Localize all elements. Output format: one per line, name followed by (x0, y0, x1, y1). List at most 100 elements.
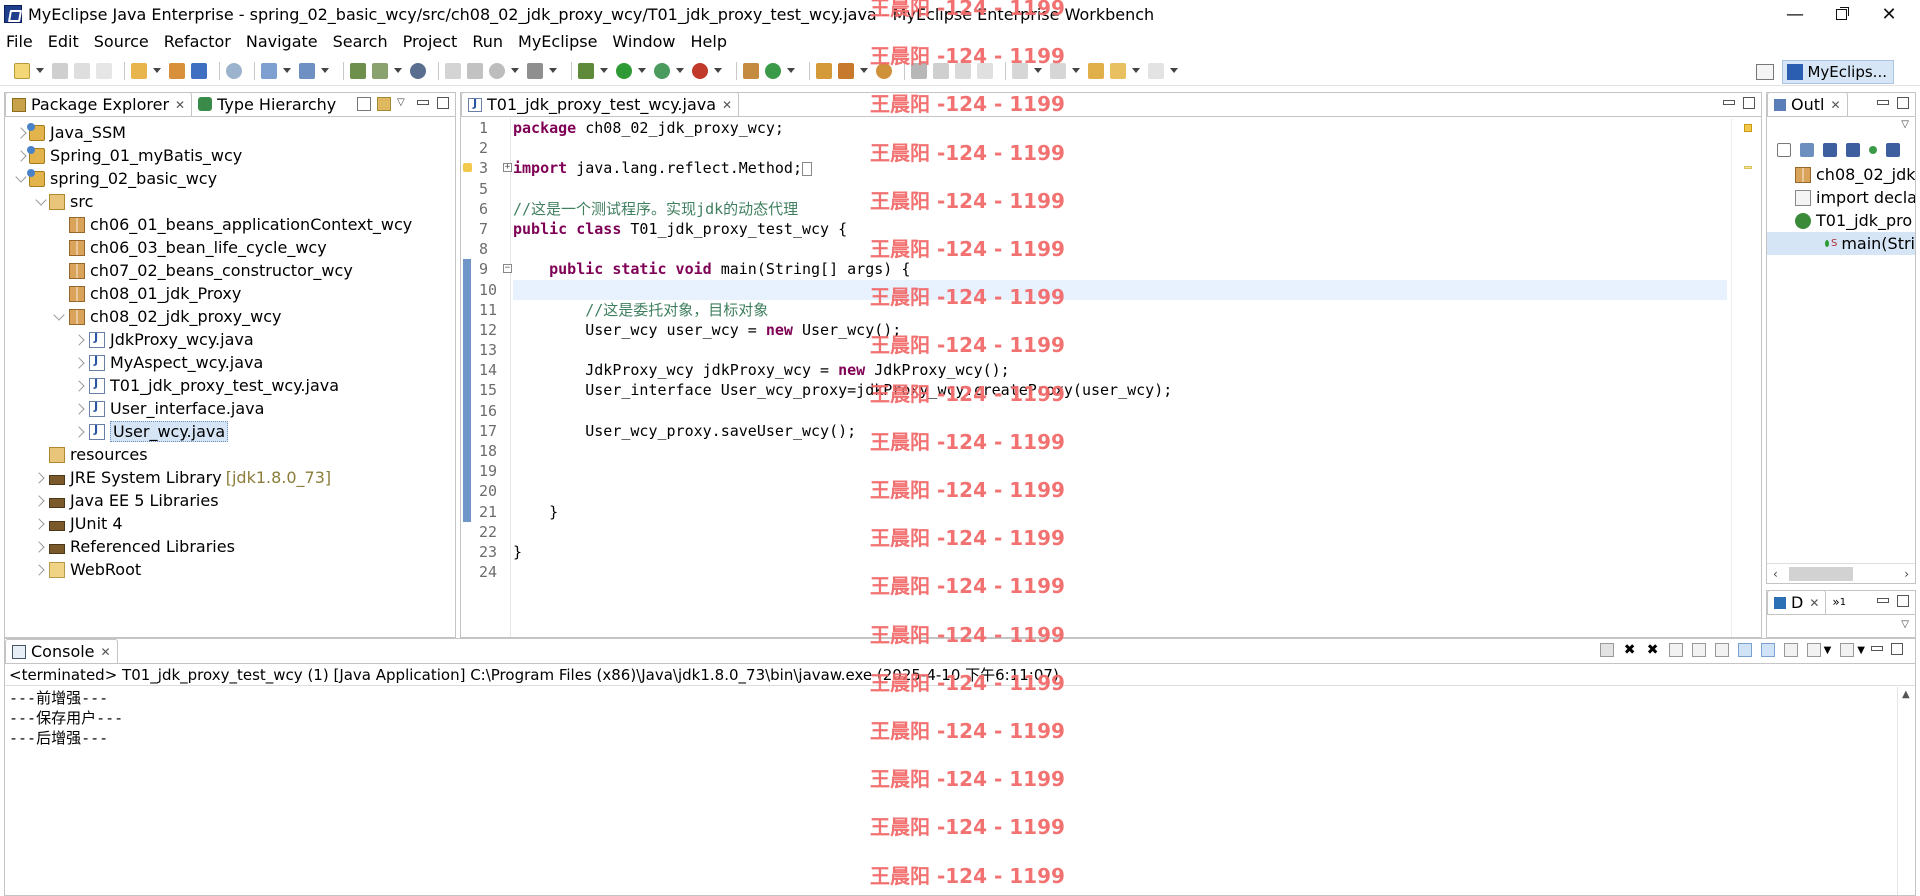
expand-icon[interactable] (33, 540, 45, 553)
tab-declaration[interactable]: D ✕ (1767, 590, 1827, 614)
open-folder-icon[interactable] (816, 62, 832, 79)
new-icon[interactable] (14, 62, 30, 79)
minimize-view-icon[interactable] (1877, 595, 1891, 609)
chevron-down-icon[interactable] (1072, 68, 1080, 73)
last-edit-icon[interactable] (1088, 62, 1104, 79)
remove-launch-icon[interactable]: ✖ (1623, 643, 1637, 657)
myeclipse-perspective-button[interactable]: MyEclips... (1782, 60, 1894, 84)
maximize-view-icon[interactable] (1743, 97, 1757, 111)
hide-static-icon[interactable] (1846, 143, 1860, 157)
display-console-icon[interactable] (1806, 643, 1821, 657)
warning-marker[interactable] (1744, 124, 1752, 132)
minimize-view-icon[interactable] (1723, 97, 1737, 111)
chevron-down-icon[interactable] (1170, 68, 1178, 73)
tree-item-spring-02[interactable]: spring_02_basic_wcy (5, 167, 455, 190)
chevron-down-icon[interactable] (600, 68, 608, 73)
toggle-icon[interactable] (955, 62, 971, 79)
tree-item-spring-01[interactable]: Spring_01_myBatis_wcy (5, 144, 455, 167)
clear-console-icon[interactable] (1668, 643, 1683, 657)
tree-item-webroot[interactable]: WebRoot (5, 558, 455, 581)
chevron-down-icon[interactable] (549, 68, 557, 73)
collapse-icon[interactable] (53, 309, 65, 321)
expand-icon[interactable] (15, 126, 27, 139)
view-menu-icon[interactable]: ▽ (1901, 619, 1909, 630)
tree-item-java-file[interactable]: User_interface.java (5, 397, 455, 420)
show-stdout-icon[interactable] (1737, 643, 1752, 657)
tree-item-java-file[interactable]: JdkProxy_wcy.java (5, 328, 455, 351)
chevron-down-icon[interactable] (36, 68, 44, 73)
tree-item-referenced-libraries[interactable]: Referenced Libraries (5, 535, 455, 558)
tree-item-package[interactable]: ch06_01_beans_applicationContext_wcy (5, 213, 455, 236)
camera-icon[interactable] (527, 62, 543, 79)
view-menu-icon[interactable]: ▽ (397, 97, 411, 111)
maximize-view-icon[interactable] (1891, 643, 1905, 657)
restore-button[interactable] (1818, 0, 1864, 28)
tree-item-java-file[interactable]: T01_jdk_proxy_test_wcy.java (5, 374, 455, 397)
menu-refactor[interactable]: Refactor (164, 32, 231, 51)
close-button[interactable]: ✕ (1866, 0, 1912, 28)
new-project-icon[interactable] (131, 62, 147, 79)
chevron-down-icon[interactable] (1034, 68, 1042, 73)
tree-item-jre-library[interactable]: JRE System Library [jdk1.8.0_73] (5, 466, 455, 489)
open-console-icon[interactable] (1840, 643, 1855, 657)
tree-item-java-file-selected[interactable]: User_wcy.java (5, 420, 455, 443)
menu-search[interactable]: Search (333, 32, 388, 51)
tree-item-src[interactable]: src (5, 190, 455, 213)
scroll-right-icon[interactable]: › (1904, 567, 1909, 581)
scroll-thumb[interactable] (1789, 566, 1853, 581)
tree-item-package[interactable]: ch07_02_beans_constructor_wcy (5, 259, 455, 282)
hide-non-public-icon[interactable] (1869, 146, 1877, 154)
tree-item-package[interactable]: ch08_01_jdk_Proxy (5, 282, 455, 305)
annotation-icon[interactable] (911, 62, 927, 79)
new-java-class-icon[interactable] (765, 62, 781, 79)
run-web-icon[interactable] (299, 62, 315, 79)
chevron-down-icon[interactable] (714, 68, 722, 73)
chevron-down-icon[interactable] (394, 68, 402, 73)
collapse-all-icon[interactable] (357, 97, 371, 111)
run-icon[interactable] (616, 62, 632, 79)
collapse-all-icon[interactable] (1777, 143, 1791, 157)
chevron-down-icon[interactable] (860, 68, 868, 73)
tab-outline[interactable]: Outl ✕ (1767, 92, 1848, 116)
word-wrap-icon[interactable] (1714, 643, 1729, 657)
scroll-up-icon[interactable]: ▲ (1902, 689, 1910, 700)
outline-item-package[interactable]: ch08_02_jdk (1767, 163, 1915, 186)
debug-web-icon[interactable] (261, 62, 277, 79)
warning-icon[interactable] (463, 163, 472, 173)
tree-item-package[interactable]: ch08_02_jdk_proxy_wcy (5, 305, 455, 328)
expand-icon[interactable] (73, 379, 85, 392)
open-type-icon[interactable] (350, 62, 366, 79)
mark-icon[interactable] (933, 62, 949, 79)
menu-help[interactable]: Help (691, 32, 727, 51)
hide-local-types-icon[interactable] (1886, 143, 1900, 157)
pin-console-icon[interactable] (1783, 643, 1798, 657)
debug-icon[interactable] (578, 62, 594, 79)
outline-horizontal-scrollbar[interactable]: ‹ › (1767, 563, 1915, 583)
chevron-down-icon[interactable] (153, 68, 161, 73)
expand-icon[interactable] (15, 149, 27, 162)
collapse-fold-icon[interactable]: − (503, 264, 512, 274)
menu-window[interactable]: Window (612, 32, 675, 51)
chevron-down-icon[interactable] (638, 68, 646, 73)
console-vertical-scrollbar[interactable]: ▲ (1897, 687, 1915, 895)
maximize-view-icon[interactable] (1897, 97, 1911, 111)
save-all-icon[interactable] (74, 62, 90, 79)
terminate-icon[interactable] (1599, 643, 1614, 657)
package-icon[interactable] (169, 62, 185, 79)
outline-item-class[interactable]: T01_jdk_pro (1767, 209, 1915, 232)
collapse-icon[interactable] (35, 194, 47, 206)
close-icon[interactable]: ✕ (722, 98, 732, 112)
paragraph-icon[interactable] (977, 62, 993, 79)
tab-package-explorer[interactable]: Package Explorer ✕ (5, 92, 193, 116)
folded-code-box[interactable] (802, 161, 812, 176)
save-icon[interactable] (52, 62, 68, 79)
tree-item-package[interactable]: ch06_03_bean_life_cycle_wcy (5, 236, 455, 259)
chevron-down-icon[interactable] (511, 68, 519, 73)
chevron-down-icon[interactable]: ▼ (1824, 645, 1832, 656)
chevron-down-icon[interactable] (676, 68, 684, 73)
hide-fields-icon[interactable] (1823, 143, 1837, 157)
collapse-icon[interactable] (15, 171, 27, 183)
outline-item-main-method[interactable]: S main(Stri (1767, 232, 1915, 255)
tree-item-java-file[interactable]: MyAspect_wcy.java (5, 351, 455, 374)
menu-source[interactable]: Source (94, 32, 149, 51)
